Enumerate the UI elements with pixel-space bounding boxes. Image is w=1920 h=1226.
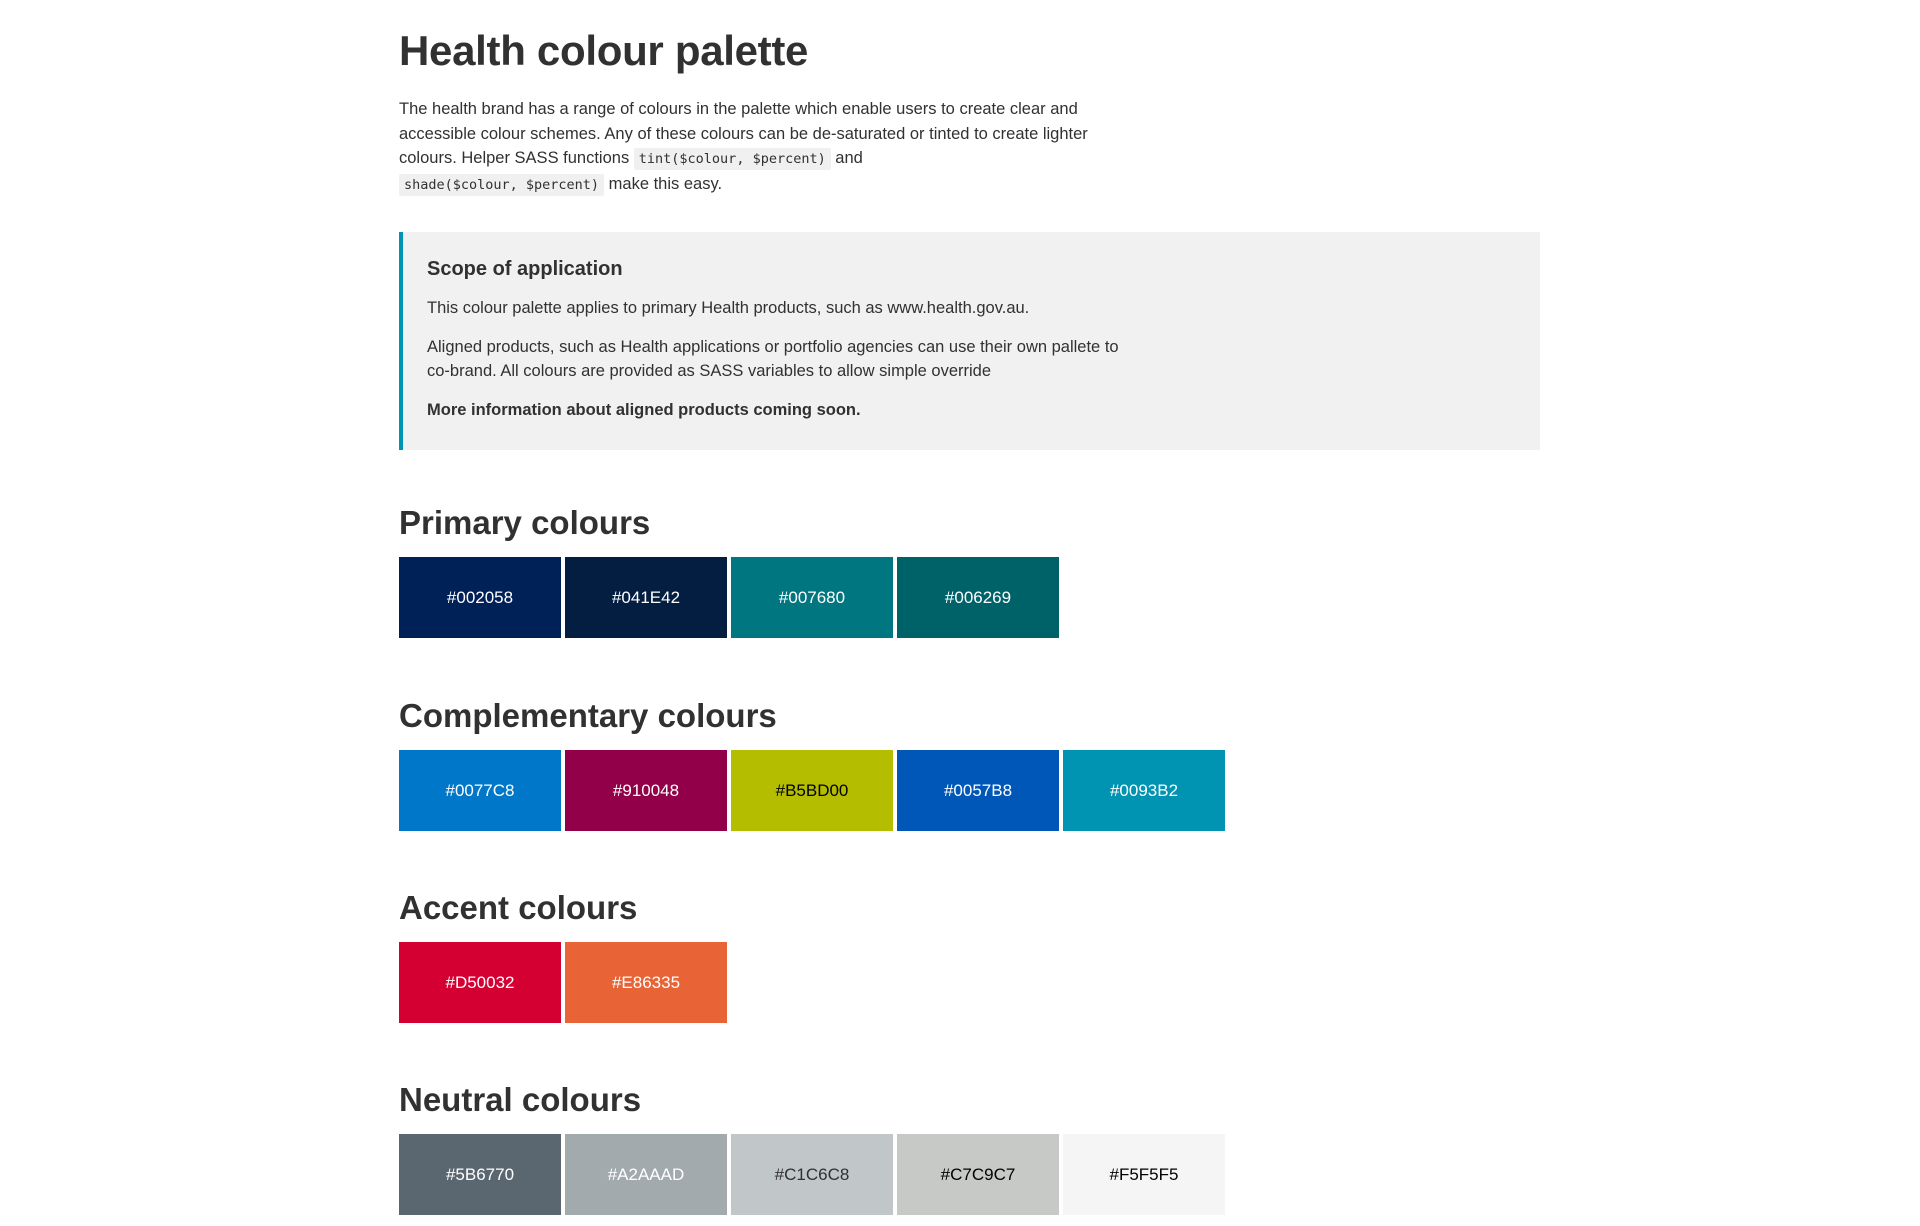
colour-swatch: #0093B2 <box>1063 750 1225 831</box>
colour-swatch-label: #A2AAAD <box>607 1164 685 1184</box>
colour-swatch-label: #002058 <box>446 587 514 607</box>
colour-swatch: #B5BD00 <box>731 750 893 831</box>
shade-code: shade($colour, $percent) <box>399 173 605 196</box>
neutral-colours-section: Neutral colours #5B6770 #A2AAAD #C1C6C8 #C7… <box>399 1080 1225 1215</box>
primary-swatches: #002058 #041E42 #007680 #006269 <box>399 557 1059 638</box>
page-title: Health colour palette <box>399 27 809 74</box>
callout-paragraph-2: Aligned products, such as Health applica… <box>427 337 1119 381</box>
colour-swatch: #F5F5F5 <box>1063 1134 1225 1215</box>
colour-swatch-label: #D50032 <box>445 972 515 992</box>
colour-swatch: #C7C9C7 <box>897 1134 1059 1215</box>
colour-swatch: #041E42 <box>565 557 727 638</box>
colour-swatch-label: #C1C6C8 <box>774 1164 850 1184</box>
neutral-colours-heading: Neutral colours <box>399 1081 642 1118</box>
accent-swatches: #D50032 #E86335 <box>399 942 727 1023</box>
tint-code: tint($colour, $percent) <box>633 148 831 170</box>
colour-swatch-label: #F5F5F5 <box>1109 1164 1179 1184</box>
colour-swatch-label: #C7C9C7 <box>940 1164 1016 1184</box>
colour-swatch-label: #006269 <box>944 587 1012 607</box>
intro-text-3: make this easy. <box>604 174 723 193</box>
colour-swatch-label: #0093B2 <box>1109 780 1179 800</box>
colour-swatch-label: #0057B8 <box>943 780 1013 800</box>
complementary-colours-heading: Complementary colours <box>399 697 777 734</box>
primary-colours-section: Primary colours #002058 #041E42 #007680 #00… <box>399 503 1059 638</box>
colour-swatch: #910048 <box>565 750 727 831</box>
accent-colours-section: Accent colours #D50032 #E86335 <box>399 888 727 1023</box>
callout-paragraph-3: More information about aligned products … <box>427 400 861 419</box>
neutral-swatches: #5B6770 #A2AAAD #C1C6C8 #C7C9C7 #F5F5F5 <box>399 1134 1225 1215</box>
complementary-swatches: #0077C8 #910048 #B5BD00 #0057B8 #0093B2 <box>399 750 1225 831</box>
colour-swatch-label: #B5BD00 <box>775 780 849 800</box>
colour-swatch: #0077C8 <box>399 750 561 831</box>
colour-swatch: #E86335 <box>565 942 727 1023</box>
main-content: Health colour palette The health brand h… <box>399 0 1540 1215</box>
colour-swatch-label: #5B6770 <box>445 1164 515 1184</box>
colour-swatch: #A2AAAD <box>565 1134 727 1215</box>
intro-text-2: and <box>830 149 863 167</box>
callout-heading: Scope of application <box>427 258 623 280</box>
page: Health colour palette The health brand h… <box>0 0 1920 1226</box>
colour-swatch-label: #007680 <box>778 587 846 607</box>
colour-swatch-label: #910048 <box>612 780 680 800</box>
accent-colours-heading: Accent colours <box>399 889 638 926</box>
callout-paragraph-1: This colour palette applies to primary H… <box>427 299 1030 317</box>
colour-swatch: #002058 <box>399 557 561 638</box>
colour-swatch: #5B6770 <box>399 1134 561 1215</box>
colour-swatch: #C1C6C8 <box>731 1134 893 1215</box>
complementary-colours-section: Complementary colours #0077C8 #910048 #B5B… <box>399 696 1225 831</box>
colour-swatch-label: #E86335 <box>611 972 681 992</box>
colour-swatch-label: #0077C8 <box>445 780 515 800</box>
intro-paragraph: The health brand has a range of colours … <box>399 97 1099 197</box>
colour-swatch-label: #041E42 <box>611 587 681 607</box>
scope-callout: Scope of application This colour palette… <box>399 232 1540 450</box>
primary-colours-heading: Primary colours <box>399 504 651 541</box>
colour-swatch: #007680 <box>731 557 893 638</box>
colour-swatch: #006269 <box>897 557 1059 638</box>
colour-swatch: #0057B8 <box>897 750 1059 831</box>
colour-swatch: #D50032 <box>399 942 561 1023</box>
